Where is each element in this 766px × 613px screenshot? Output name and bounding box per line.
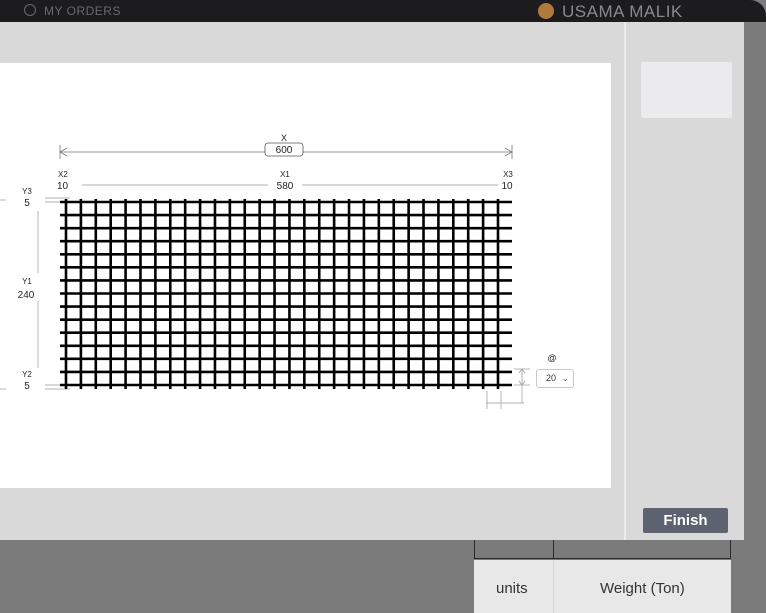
col-weight-header: Weight (Ton) <box>600 580 685 597</box>
y1-value: 240 <box>18 290 35 301</box>
y3-label: Y3 <box>22 187 32 196</box>
x1-value: 580 <box>277 181 294 192</box>
spacing-select[interactable]: 20 ⌄ <box>536 369 574 388</box>
table-row <box>474 540 731 559</box>
x2-label: X2 <box>58 170 68 179</box>
modal-divider <box>624 22 626 540</box>
user-menu[interactable]: USAMA MALIK <box>538 2 683 22</box>
mesh-grid <box>60 199 512 389</box>
y1-label: Y1 <box>22 277 32 286</box>
y3-value: 5 <box>24 198 30 209</box>
nav-my-orders-label: MY ORDERS <box>44 4 121 18</box>
y2-label: Y2 <box>22 370 32 379</box>
x-total-label: X <box>281 133 287 143</box>
user-name: USAMA MALIK <box>562 2 683 21</box>
preview-box <box>641 62 732 118</box>
x-total-value: 600 <box>276 145 293 156</box>
mesh-drawing-panel: X 600 X2 10 X1 580 X3 10 Y3 5 Y1 240 Y2 … <box>0 63 611 488</box>
col-units-header: units <box>496 580 528 597</box>
table-header: units Weight (Ton) <box>474 560 731 613</box>
page-background-right <box>744 22 766 613</box>
spacing-value: 20 <box>546 373 557 383</box>
top-bar: MY ORDERS USAMA MALIK <box>0 0 766 22</box>
x3-value: 10 <box>501 181 513 192</box>
orders-icon <box>24 4 36 16</box>
spacing-label: @ <box>547 353 556 363</box>
finish-button[interactable]: Finish <box>643 508 728 533</box>
nav-my-orders[interactable]: MY ORDERS <box>24 4 121 18</box>
chevron-down-icon: ⌄ <box>561 373 569 383</box>
avatar <box>538 3 554 19</box>
x3-label: X3 <box>503 170 513 179</box>
y2-value: 5 <box>24 381 30 392</box>
x2-value: 10 <box>57 181 69 192</box>
mesh-drawing: X 600 X2 10 X1 580 X3 10 Y3 5 Y1 240 Y2 … <box>0 133 557 409</box>
x1-label: X1 <box>280 170 290 179</box>
